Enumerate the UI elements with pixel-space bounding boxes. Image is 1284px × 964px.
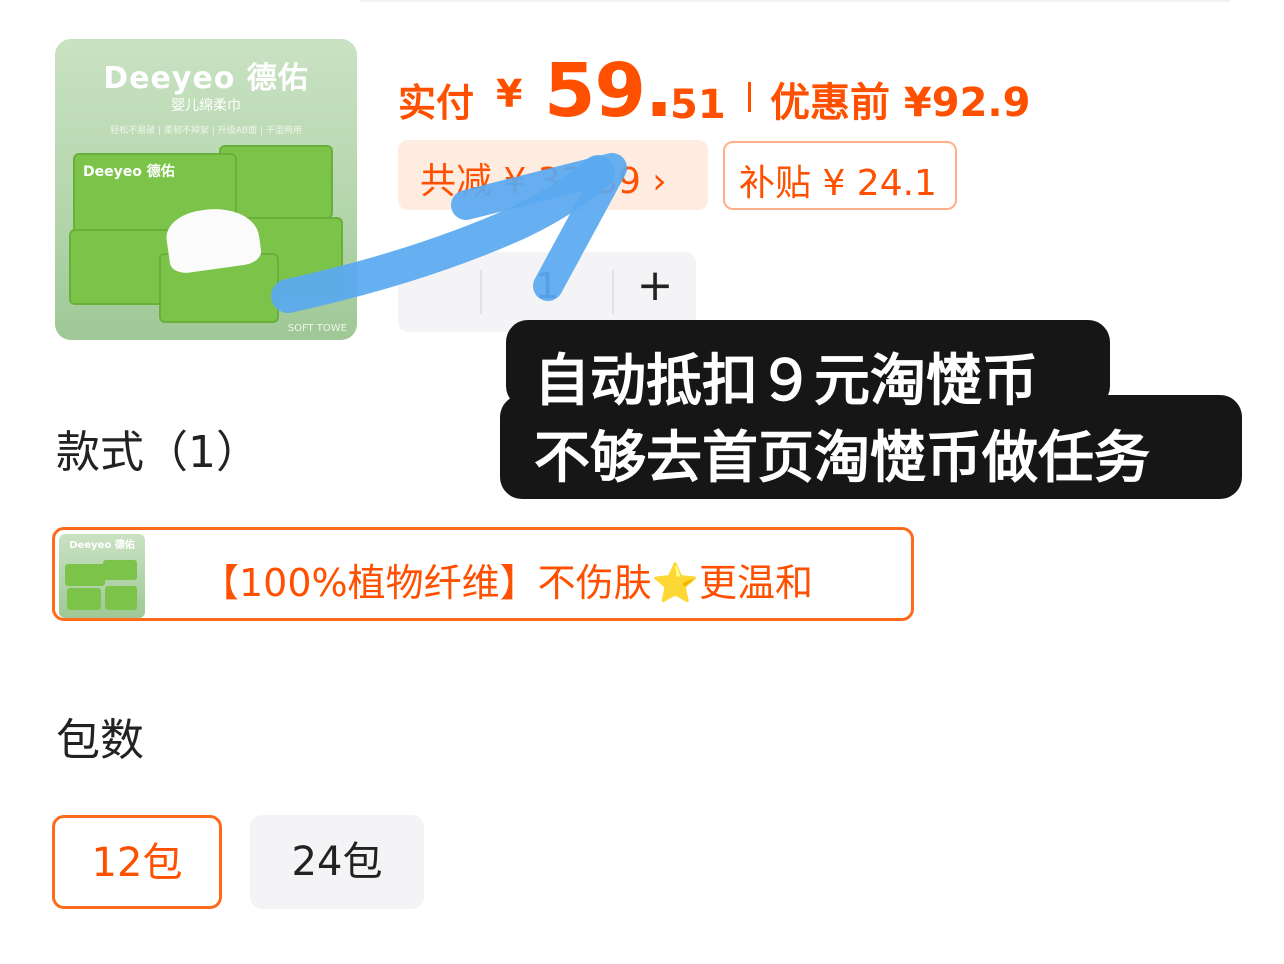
pack-option-24[interactable]: 24包 (250, 815, 424, 909)
subsidy-tag-label: 补贴 ¥ 24.1 (739, 163, 937, 204)
product-subtitle: 婴儿绵柔巾 (171, 98, 241, 114)
pack-option-label: 12包 (91, 840, 183, 886)
price-decimal: 51 (670, 82, 726, 128)
subsidy-tag: 补贴 ¥ 24.1 (723, 141, 957, 210)
style-option-thumbnail: Deeyeo 德佑 (59, 534, 145, 618)
top-divider (360, 0, 1230, 2)
price-label: 实付 (398, 81, 475, 125)
price-currency: ¥ (496, 72, 523, 116)
price-divider (748, 82, 751, 112)
style-option[interactable]: Deeyeo 德佑 【100%植物纤维】不伤肤⭐更温和 (52, 527, 914, 621)
style-section-title: 款式（1） (56, 427, 260, 478)
quantity-plus-button[interactable]: + (614, 260, 696, 311)
package-graphic (65, 564, 105, 586)
product-tag: SOFT TOWE (287, 323, 347, 334)
package-graphic (67, 588, 101, 610)
pack-option-12[interactable]: 12包 (52, 815, 222, 909)
quantity-minus-button[interactable] (398, 252, 480, 332)
style-thumb-brand: Deeyeo 德佑 (69, 540, 135, 551)
product-image[interactable]: Deeyeo 德佑 婴儿绵柔巾 轻松不易破 | 柔韧不掉絮 | 升级AB面 | … (55, 39, 357, 340)
style-option-label: 【100%植物纤维】不伤肤⭐更温和 (201, 561, 813, 605)
product-features: 轻松不易破 | 柔韧不掉絮 | 升级AB面 | 干湿两用 (110, 126, 302, 136)
discount-tag[interactable]: 共减 ¥ 33.39 › (398, 140, 708, 210)
price-integer: 59. (544, 48, 673, 134)
quantity-value[interactable]: 1 (482, 266, 612, 307)
pack-section-title: 包数 (56, 715, 144, 766)
annotation-line-1: 自动抵扣９元淘憷币 (534, 349, 1038, 414)
annotation-line-2: 不够去首页淘憷币做任务 (534, 426, 1150, 491)
package-label: Deeyeo 德佑 (83, 164, 175, 180)
package-graphic (103, 560, 137, 580)
price-before-discount: 优惠前 ¥92.9 (770, 80, 1031, 126)
pack-option-label: 24包 (291, 839, 383, 885)
discount-tag-label: 共减 ¥ 33.39 › (420, 161, 667, 202)
package-graphic (105, 586, 137, 610)
product-brand: Deeyeo 德佑 (103, 61, 309, 96)
